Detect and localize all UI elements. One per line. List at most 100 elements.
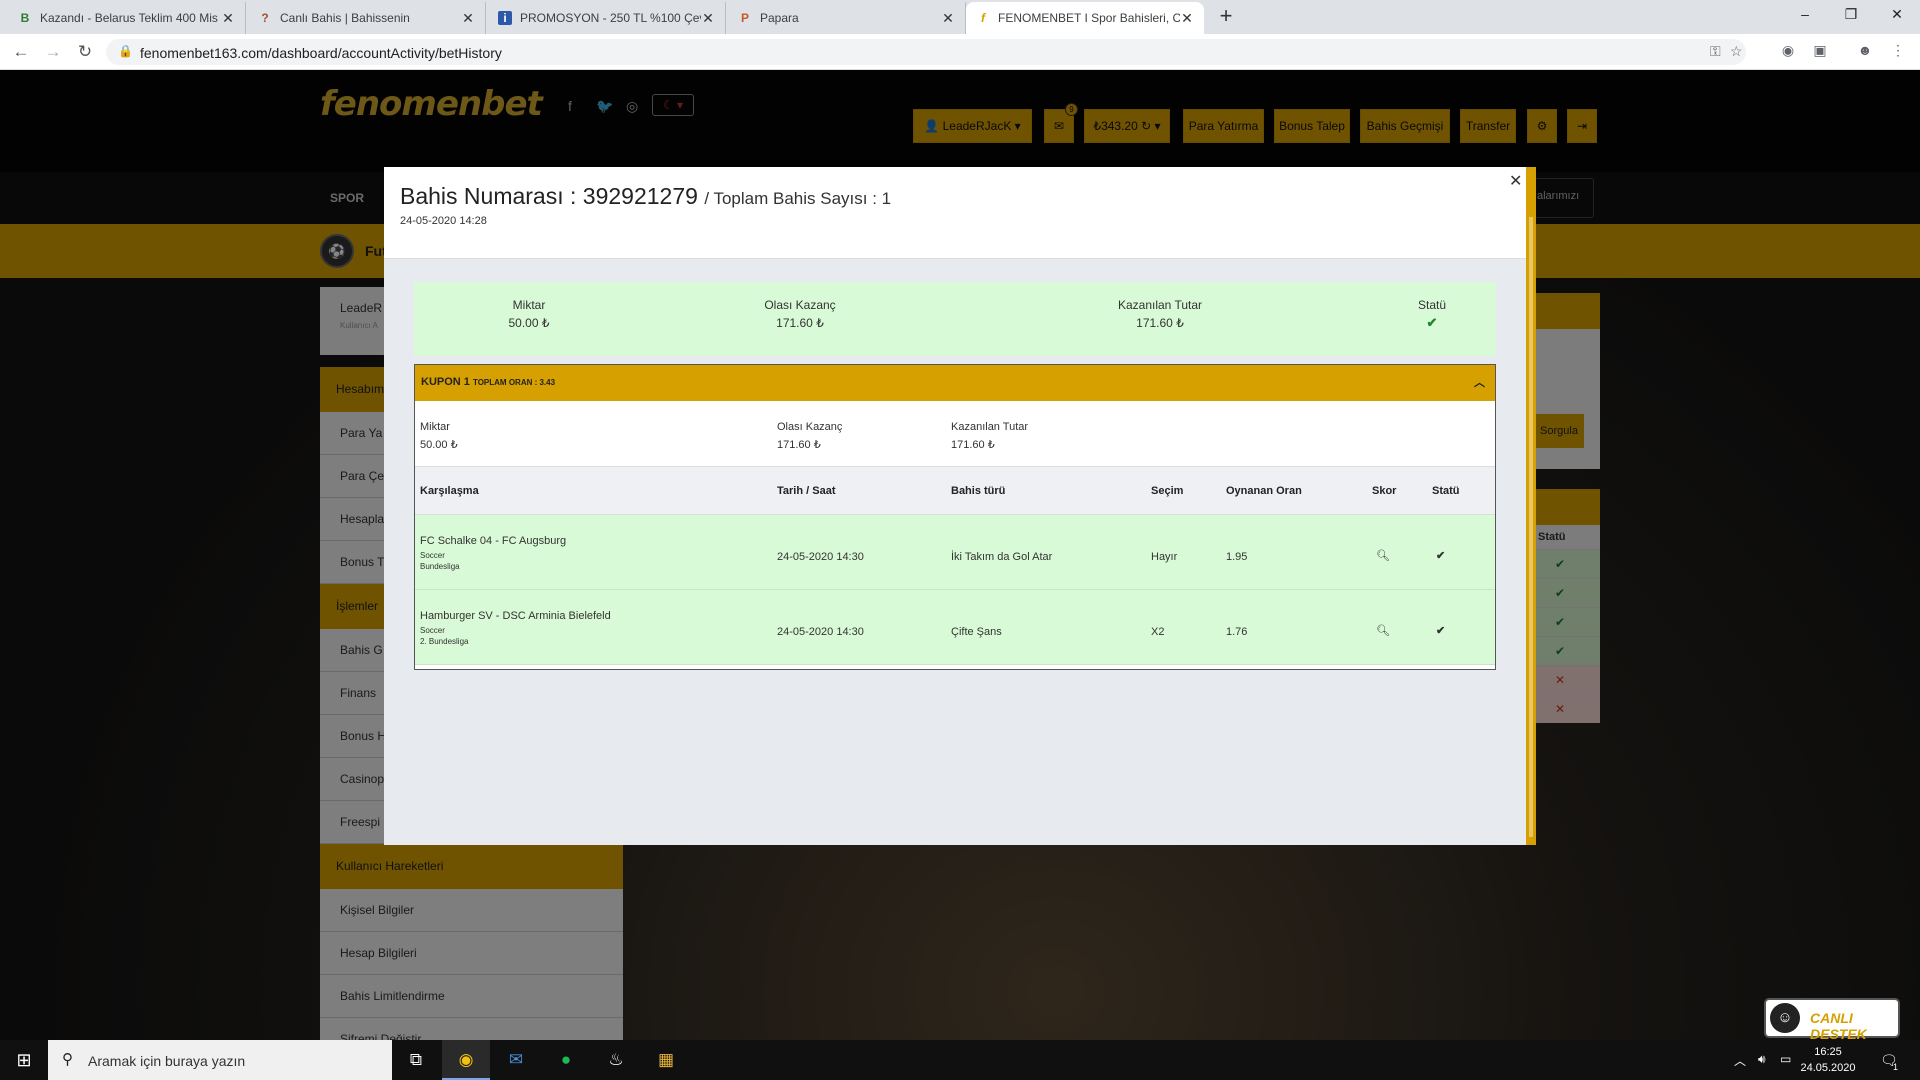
summary-statu-label: Statü bbox=[1417, 298, 1447, 312]
browser-tab-5-active[interactable]: f FENOMENBET I Spor Bahisleri, Ca ✕ bbox=[966, 2, 1204, 34]
support-agent-icon: ☺ bbox=[1770, 1003, 1800, 1033]
tab-close-icon[interactable]: ✕ bbox=[221, 10, 235, 27]
live-support-label: CANLI DESTEK bbox=[1810, 1010, 1867, 1042]
extension-pocket-icon[interactable]: ▣ bbox=[1810, 42, 1830, 62]
minimize-button[interactable]: – bbox=[1782, 0, 1828, 30]
table-row: FC Schalke 04 - FC Augsburg Soccer Bunde… bbox=[415, 515, 1495, 590]
check-icon: ✔ bbox=[1426, 315, 1438, 330]
tab-close-icon[interactable]: ✕ bbox=[1180, 10, 1194, 27]
taskbar-search[interactable]: ⚲ Aramak için buraya yazın bbox=[48, 1040, 392, 1080]
tab-title: PROMOSYON - 250 TL %100 Çev bbox=[520, 11, 701, 25]
windows-taskbar: ⊞ ⚲ Aramak için buraya yazın ⧉ ◉ ✉ ● ♨ ▦… bbox=[0, 1040, 1920, 1080]
lock-icon: 🔒 bbox=[118, 44, 133, 58]
summary-olasi-label: Olası Kazanç bbox=[764, 298, 836, 312]
coupon-kazanilan: Kazanılan Tutar 171.60 ₺ bbox=[951, 418, 1028, 454]
maximize-button[interactable]: ❐ bbox=[1828, 0, 1874, 30]
live-support-button[interactable]: ☺ CANLI DESTEK bbox=[1764, 998, 1900, 1042]
taskbar-search-placeholder: Aramak için buraya yazın bbox=[88, 1053, 246, 1069]
bet-summary: Miktar 50.00 ₺ Olası Kazanç 171.60 ₺ Kaz… bbox=[414, 282, 1496, 356]
browser-tab-4[interactable]: P Papara ✕ bbox=[728, 2, 966, 34]
coupon-olasi: Olası Kazanç 171.60 ₺ bbox=[777, 418, 842, 454]
address-bar[interactable]: 🔒 fenomenbet163.com/dashboard/accountAct… bbox=[106, 39, 1746, 65]
notification-count: 1 bbox=[1893, 1062, 1899, 1072]
check-icon: ✔ bbox=[1436, 625, 1446, 637]
summary-miktar: Miktar 50.00 ₺ bbox=[474, 296, 584, 332]
clock-time: 16:25 bbox=[1814, 1046, 1842, 1058]
match-league: Bundesliga bbox=[420, 562, 460, 571]
bet-date: 24-05-2020 14:28 bbox=[400, 215, 487, 227]
app-cube-icon[interactable]: ▦ bbox=[642, 1040, 690, 1080]
browser-tab-bar: B Kazandı - Belarus Teklim 400 Mis ✕ ? C… bbox=[0, 0, 1920, 34]
task-view-icon[interactable]: ⧉ bbox=[392, 1040, 440, 1080]
col-secim: Seçim bbox=[1151, 485, 1184, 497]
row-datetime: 24-05-2020 14:30 bbox=[777, 551, 864, 563]
summary-kazanilan: Kazanılan Tutar 171.60 ₺ bbox=[1075, 296, 1245, 332]
page-content: fenomenbet f 🐦 ◎ ☾ ▾ 👤 LeadeRJacK ▾ ✉ 9 … bbox=[0, 70, 1920, 1040]
browser-tab-3[interactable]: i PROMOSYON - 250 TL %100 Çev ✕ bbox=[488, 2, 726, 34]
coupon-header[interactable]: KUPON 1 TOPLAM ORAN : 3.43 ︿ bbox=[415, 365, 1495, 401]
row-datetime: 24-05-2020 14:30 bbox=[777, 626, 864, 638]
row-odds: 1.76 bbox=[1226, 626, 1248, 638]
close-icon[interactable]: ✕ bbox=[1509, 171, 1522, 191]
row-bet-type: Çifte Şans bbox=[951, 626, 1002, 638]
browser-tab-2[interactable]: ? Canlı Bahis | Bahissenin ✕ bbox=[248, 2, 486, 34]
col-tarih: Tarih / Saat bbox=[777, 485, 836, 497]
coupon-kazanilan-label: Kazanılan Tutar bbox=[951, 421, 1029, 433]
col-oran: Oynanan Oran bbox=[1226, 485, 1302, 497]
chrome-icon[interactable]: ◉ bbox=[442, 1040, 490, 1080]
tab-close-icon[interactable]: ✕ bbox=[461, 10, 475, 27]
score-search-icon[interactable]: 🔍︎ bbox=[1376, 549, 1390, 562]
browser-menu-icon[interactable]: ⋮ bbox=[1888, 42, 1908, 62]
match-name: Hamburger SV - DSC Arminia Bielefeld bbox=[420, 610, 611, 622]
coupon-olasi-value: 171.60 ₺ bbox=[777, 439, 821, 451]
coupon-table-header: Karşılaşma Tarih / Saat Bahis türü Seçim… bbox=[415, 467, 1495, 515]
extension-circle-icon[interactable]: ◉ bbox=[1778, 42, 1798, 62]
tab-title: Papara bbox=[760, 11, 799, 25]
check-icon: ✔ bbox=[1436, 550, 1446, 562]
coupon-panel: KUPON 1 TOPLAM ORAN : 3.43 ︿ Miktar 50.0… bbox=[414, 364, 1496, 670]
summary-kazanilan-value: 171.60 ₺ bbox=[1136, 316, 1184, 330]
coupon-title: KUPON 1 bbox=[421, 376, 470, 388]
close-window-button[interactable]: ✕ bbox=[1874, 0, 1920, 30]
bookmark-star-icon[interactable]: ☆ bbox=[1730, 43, 1743, 60]
summary-olasi: Olası Kazanç 171.60 ₺ bbox=[730, 296, 870, 332]
tab-favicon-icon: B bbox=[20, 11, 30, 25]
browser-tab-1[interactable]: B Kazandı - Belarus Teklim 400 Mis ✕ bbox=[8, 2, 246, 34]
tab-title: Canlı Bahis | Bahissenin bbox=[280, 11, 410, 25]
volume-icon[interactable]: 🔊︎ bbox=[1758, 1052, 1766, 1067]
tab-close-icon[interactable]: ✕ bbox=[701, 10, 715, 27]
network-icon[interactable]: ▭ bbox=[1780, 1052, 1791, 1066]
tab-favicon-icon: f bbox=[981, 11, 985, 25]
match-sport: Soccer bbox=[420, 626, 445, 635]
match-cell: Hamburger SV - DSC Arminia Bielefeld Soc… bbox=[420, 610, 611, 647]
forward-arrow-icon[interactable]: → bbox=[41, 40, 65, 64]
row-selection: Hayır bbox=[1151, 551, 1178, 563]
steam-icon[interactable]: ♨ bbox=[592, 1040, 640, 1080]
tab-favicon-icon: P bbox=[740, 11, 749, 25]
key-icon[interactable]: ⚿ bbox=[1710, 43, 1721, 60]
back-arrow-icon[interactable]: ← bbox=[9, 40, 33, 64]
col-bahis-turu: Bahis türü bbox=[951, 485, 1006, 497]
row-odds: 1.95 bbox=[1226, 551, 1248, 563]
modal-scrollbar[interactable] bbox=[1529, 217, 1533, 837]
tab-close-icon[interactable]: ✕ bbox=[941, 10, 955, 27]
tab-title: FENOMENBET I Spor Bahisleri, Ca bbox=[998, 11, 1180, 25]
tray-chevron-icon[interactable]: ︿ bbox=[1734, 1052, 1746, 1069]
coupon-total-odds: TOPLAM ORAN : 3.43 bbox=[472, 378, 556, 387]
score-search-icon[interactable]: 🔍︎ bbox=[1376, 624, 1390, 637]
taskbar-clock[interactable]: 16:25 24.05.2020 bbox=[1798, 1044, 1858, 1076]
summary-olasi-value: 171.60 ₺ bbox=[776, 316, 824, 330]
spotify-icon[interactable]: ● bbox=[542, 1040, 590, 1080]
reload-icon[interactable]: ↻ bbox=[73, 40, 97, 64]
new-tab-button[interactable]: + bbox=[1213, 4, 1239, 30]
bet-number: Bahis Numarası : 392921279 bbox=[400, 183, 698, 209]
match-name: FC Schalke 04 - FC Augsburg bbox=[420, 535, 567, 547]
mail-icon[interactable]: ✉ bbox=[492, 1040, 540, 1080]
row-bet-type: İki Takım da Gol Atar bbox=[951, 551, 1053, 563]
modal-header: Bahis Numarası : 392921279 / Toplam Bahi… bbox=[384, 167, 1526, 259]
windows-start-icon[interactable]: ⊞ bbox=[0, 1040, 48, 1080]
col-statu: Statü bbox=[1432, 485, 1460, 497]
chevron-up-icon[interactable]: ︿ bbox=[1474, 374, 1485, 390]
coupon-miktar-label: Miktar bbox=[420, 421, 450, 433]
profile-avatar-icon[interactable]: ☻ bbox=[1855, 42, 1875, 62]
